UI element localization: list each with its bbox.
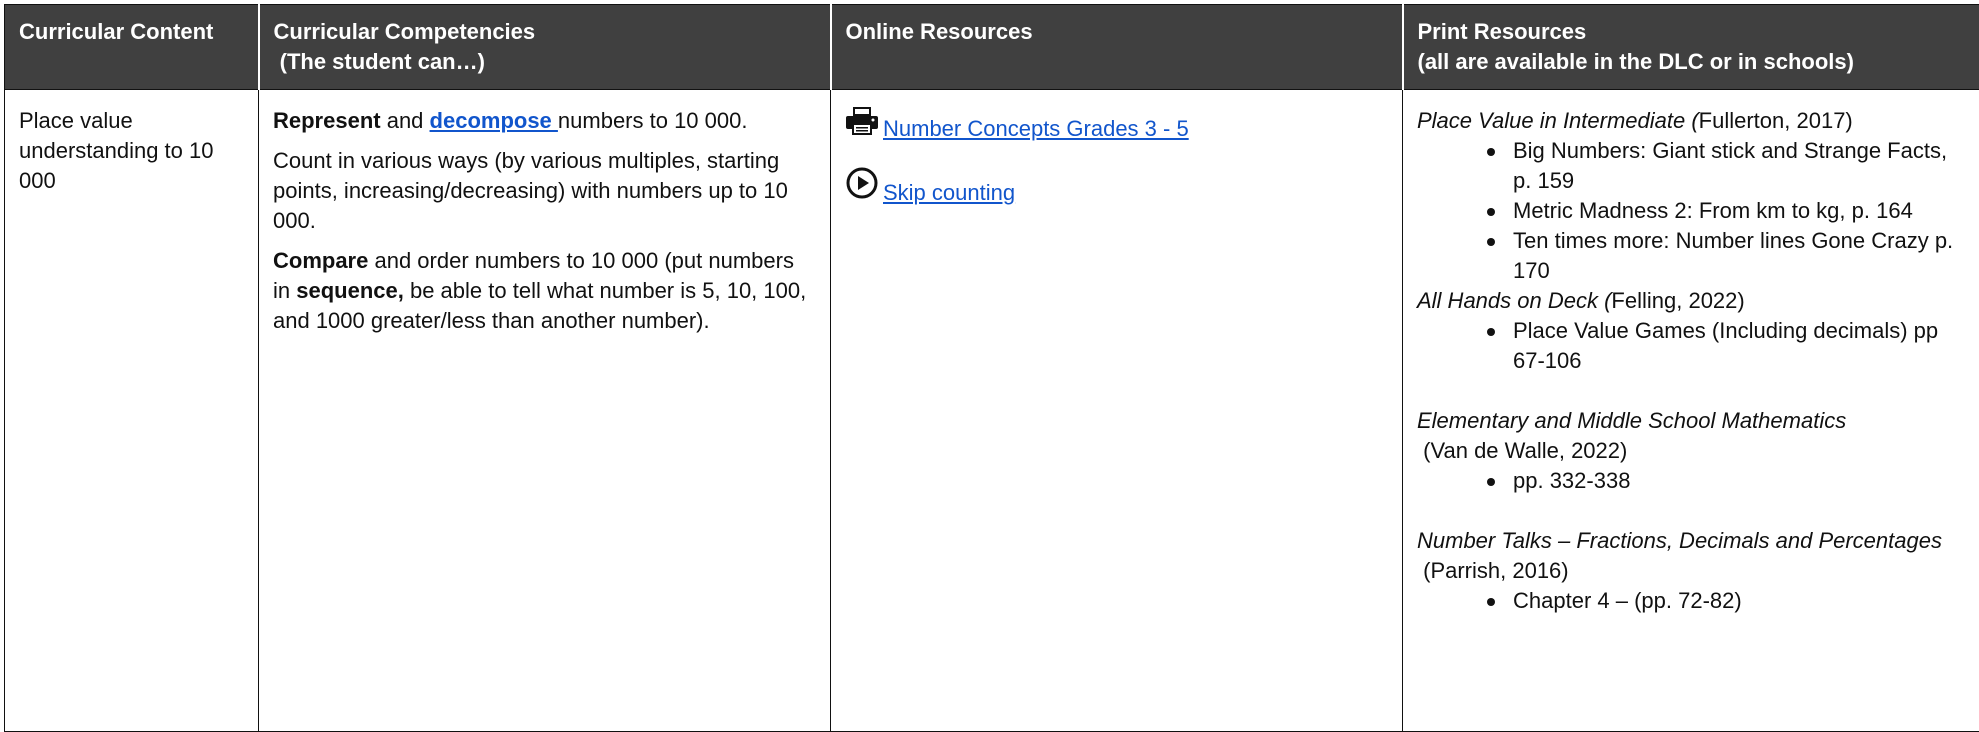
header-row: Curricular Content Curricular Competenci…: [4, 4, 1979, 90]
skip-counting-link[interactable]: Skip counting: [883, 178, 1015, 208]
competencies-cell: Represent and decompose numbers to 10 00…: [258, 89, 831, 732]
header-online-resources: Online Resources: [829, 4, 1403, 90]
list-item: Ten times more: Number lines Gone Crazy …: [1487, 226, 1965, 286]
book-title: Place Value in Intermediate (Fullerton, …: [1417, 108, 1853, 133]
list-item: Chapter 4 – (pp. 72-82): [1487, 586, 1965, 616]
content-cell: Place value understanding to 10 000: [4, 89, 259, 732]
header-curricular-content: Curricular Content: [4, 4, 259, 90]
list-item: Big Numbers: Giant stick and Strange Fac…: [1487, 136, 1965, 196]
list-item: Place Value Games (Including decimals) p…: [1487, 316, 1965, 376]
printer-icon: [845, 106, 879, 144]
book-title: Number Talks – Fractions, Decimals and P…: [1417, 528, 1942, 583]
curriculum-table: Curricular Content Curricular Competenci…: [4, 4, 1979, 732]
book-item-list: Place Value Games (Including decimals) p…: [1417, 316, 1965, 376]
online-resources-cell: Number Concepts Grades 3 - 5 Skip counti…: [830, 89, 1403, 732]
book-title: All Hands on Deck (Felling, 2022): [1417, 288, 1745, 313]
competency-compare: Compare and order numbers to 10 000 (put…: [273, 248, 807, 333]
header-print-resources: Print Resources (all are available in th…: [1401, 4, 1979, 90]
header-curricular-competencies: Curricular Competencies (The student can…: [257, 4, 831, 90]
play-circle-icon: [845, 166, 879, 208]
list-item: pp. 332-338: [1487, 466, 1965, 496]
competency-count: Count in various ways (by various multip…: [273, 148, 788, 233]
list-item: Metric Madness 2: From km to kg, p. 164: [1487, 196, 1965, 226]
table-row: Place value understanding to 10 000 Repr…: [4, 89, 1979, 732]
book-title: Elementary and Middle School Mathematics…: [1417, 408, 1847, 463]
print-resources-cell: Place Value in Intermediate (Fullerton, …: [1402, 89, 1979, 732]
competency-represent: Represent and decompose numbers to 10 00…: [273, 108, 748, 133]
online-resource-number-concepts: Number Concepts Grades 3 - 5: [845, 106, 1388, 144]
book-item-list: Chapter 4 – (pp. 72-82): [1417, 586, 1965, 616]
book-item-list: pp. 332-338: [1417, 466, 1965, 496]
decompose-link[interactable]: decompose: [430, 108, 558, 133]
number-concepts-link[interactable]: Number Concepts Grades 3 - 5: [883, 114, 1189, 144]
online-resource-skip-counting: Skip counting: [845, 166, 1388, 208]
content-text: Place value understanding to 10 000: [19, 108, 214, 193]
book-item-list: Big Numbers: Giant stick and Strange Fac…: [1417, 136, 1965, 286]
